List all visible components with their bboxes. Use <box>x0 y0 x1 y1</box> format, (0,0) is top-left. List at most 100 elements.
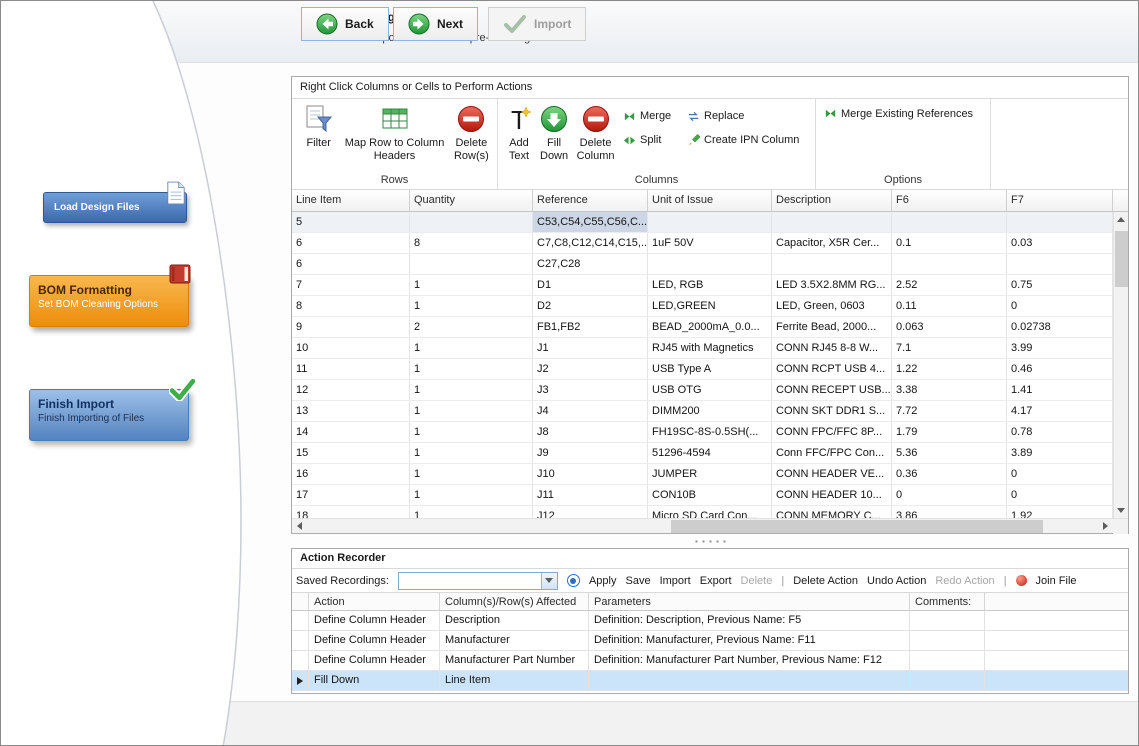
bom-grid-row[interactable]: 14 1 J8 FH19SC-8S-0.5SH(... CONN FPC/FFC… <box>292 422 1113 443</box>
scroll-down-button[interactable] <box>1114 503 1129 518</box>
bom-grid-row[interactable]: 10 1 J1 RJ45 with Magnetics CONN RJ45 8-… <box>292 338 1113 359</box>
cell-f7[interactable]: 0.02738 <box>1007 317 1113 337</box>
cell-action[interactable]: Fill Down <box>309 671 440 690</box>
bom-grid-row[interactable]: 17 1 J11 CON10B CONN HEADER 10... 0 0 <box>292 485 1113 506</box>
cell-reference[interactable]: J3 <box>533 380 648 400</box>
horizontal-scroll-track[interactable] <box>307 519 1098 534</box>
column-header-comments[interactable]: Comments: <box>910 593 985 611</box>
add-text-button[interactable]: T Add Text <box>502 102 536 164</box>
column-header-parameters[interactable]: Parameters <box>589 593 910 611</box>
cell-description[interactable]: Capacitor, X5R Cer... <box>772 233 892 253</box>
cell-reference[interactable]: D1 <box>533 275 648 295</box>
cell-f6[interactable] <box>892 254 1007 274</box>
scroll-up-button[interactable] <box>1114 212 1129 227</box>
column-header-f6[interactable]: F6 <box>892 190 1007 212</box>
chevron-down-icon[interactable] <box>541 573 557 589</box>
cell-action[interactable]: Define Column Header <box>309 631 440 650</box>
cell-reference[interactable]: J1 <box>533 338 648 358</box>
merge-button[interactable]: Merge <box>619 105 683 127</box>
cell-unit-of-issue[interactable]: USB Type A <box>648 359 772 379</box>
cell-line-item[interactable]: 14 <box>292 422 410 442</box>
wizard-step-bom-formatting[interactable]: BOM Formatting Set BOM Cleaning Options <box>29 275 189 327</box>
cell-reference[interactable]: D2 <box>533 296 648 316</box>
cell-reference[interactable]: J9 <box>533 443 648 463</box>
cell-quantity[interactable] <box>410 212 533 232</box>
cell-action[interactable]: Define Column Header <box>309 611 440 630</box>
bom-grid-row[interactable]: 15 1 J9 51296-4594 Conn FFC/FPC Con... 5… <box>292 443 1113 464</box>
cell-description[interactable]: LED 3.5X2.8MM RG... <box>772 275 892 295</box>
cell-parameters[interactable]: Definition: Manufacturer, Previous Name:… <box>589 631 910 650</box>
cell-comments[interactable] <box>910 611 985 630</box>
cell-f7[interactable]: 0.03 <box>1007 233 1113 253</box>
cell-f7[interactable]: 1.92 <box>1007 506 1113 518</box>
cell-unit-of-issue[interactable] <box>648 212 772 232</box>
cell-quantity[interactable]: 1 <box>410 275 533 295</box>
vertical-scrollbar[interactable] <box>1113 212 1128 518</box>
cell-f7[interactable]: 4.17 <box>1007 401 1113 421</box>
bom-grid-row[interactable]: 13 1 J4 DIMM200 CONN SKT DDR1 S... 7.72 … <box>292 401 1113 422</box>
cell-reference[interactable]: C7,C8,C12,C14,C15,... <box>533 233 648 253</box>
cell-reference[interactable]: J11 <box>533 485 648 505</box>
cell-quantity[interactable]: 2 <box>410 317 533 337</box>
cell-f6[interactable]: 3.86 <box>892 506 1007 518</box>
bom-grid-row[interactable]: 11 1 J2 USB Type A CONN RCPT USB 4... 1.… <box>292 359 1113 380</box>
cell-line-item[interactable]: 5 <box>292 212 410 232</box>
cell-quantity[interactable]: 1 <box>410 296 533 316</box>
cell-f6[interactable]: 7.72 <box>892 401 1007 421</box>
cell-description[interactable]: CONN FPC/FFC 8P... <box>772 422 892 442</box>
delete-column-button[interactable]: Delete Column <box>572 102 619 164</box>
delete-rows-button[interactable]: Delete Row(s) <box>448 102 495 164</box>
cell-unit-of-issue[interactable]: RJ45 with Magnetics <box>648 338 772 358</box>
cell-reference[interactable]: J8 <box>533 422 648 442</box>
cell-line-item[interactable]: 17 <box>292 485 410 505</box>
saved-recordings-dropdown[interactable] <box>398 572 558 590</box>
bom-grid-row[interactable]: 7 1 D1 LED, RGB LED 3.5X2.8MM RG... 2.52… <box>292 275 1113 296</box>
cell-quantity[interactable]: 8 <box>410 233 533 253</box>
cell-line-item[interactable]: 10 <box>292 338 410 358</box>
cell-quantity[interactable]: 1 <box>410 485 533 505</box>
cell-description[interactable] <box>772 254 892 274</box>
splitter-handle[interactable] <box>693 539 727 544</box>
cell-f7[interactable]: 0.78 <box>1007 422 1113 442</box>
cell-line-item[interactable]: 12 <box>292 380 410 400</box>
horizontal-scrollbar[interactable] <box>292 518 1128 533</box>
split-button[interactable]: Split <box>619 129 683 151</box>
bom-grid-row[interactable]: 5 C53,C54,C55,C56,C... <box>292 212 1113 233</box>
merge-existing-references-button[interactable]: Merge Existing References <box>820 105 977 122</box>
cell-reference[interactable]: FB1,FB2 <box>533 317 648 337</box>
scroll-left-button[interactable] <box>292 519 307 534</box>
cell-parameters[interactable]: Definition: Manufacturer Part Number, Pr… <box>589 651 910 670</box>
horizontal-scroll-thumb[interactable] <box>671 520 1043 533</box>
cell-unit-of-issue[interactable]: LED, RGB <box>648 275 772 295</box>
map-row-to-column-headers-button[interactable]: Map Row to Column Headers <box>341 102 447 164</box>
cell-quantity[interactable]: 1 <box>410 380 533 400</box>
cell-comments[interactable] <box>910 671 985 690</box>
cell-description[interactable]: CONN RECEPT USB... <box>772 380 892 400</box>
cell-f6[interactable]: 7.1 <box>892 338 1007 358</box>
cell-reference[interactable]: J12 <box>533 506 648 518</box>
action-table-row[interactable]: Define Column Header Description Definit… <box>292 611 1128 631</box>
cell-f7[interactable]: 0 <box>1007 485 1113 505</box>
cell-unit-of-issue[interactable]: USB OTG <box>648 380 772 400</box>
cell-description[interactable]: CONN RJ45 8-8 W... <box>772 338 892 358</box>
cell-description[interactable]: LED, Green, 0603 <box>772 296 892 316</box>
apply-label[interactable]: Apply <box>589 575 617 587</box>
cell-f7[interactable]: 0.46 <box>1007 359 1113 379</box>
cell-f7[interactable]: 0 <box>1007 296 1113 316</box>
cell-reference[interactable]: J10 <box>533 464 648 484</box>
bom-grid-row[interactable]: 8 1 D2 LED,GREEN LED, Green, 0603 0.11 0 <box>292 296 1113 317</box>
save-link[interactable]: Save <box>625 575 650 587</box>
cell-description[interactable]: CONN SKT DDR1 S... <box>772 401 892 421</box>
fill-down-button[interactable]: Fill Down <box>536 102 572 164</box>
cell-f6[interactable]: 2.52 <box>892 275 1007 295</box>
cell-quantity[interactable]: 1 <box>410 359 533 379</box>
bom-grid-row[interactable]: 18 1 J12 Micro SD Card Con... CONN MEMOR… <box>292 506 1113 518</box>
back-button[interactable]: Back <box>301 7 389 41</box>
cell-action[interactable]: Define Column Header <box>309 651 440 670</box>
cell-f7[interactable] <box>1007 254 1113 274</box>
cell-description[interactable]: CONN HEADER VE... <box>772 464 892 484</box>
cell-description[interactable]: Conn FFC/FPC Con... <box>772 443 892 463</box>
panel-splitter[interactable] <box>291 535 1129 547</box>
cell-quantity[interactable]: 1 <box>410 464 533 484</box>
cell-f7[interactable]: 0.75 <box>1007 275 1113 295</box>
